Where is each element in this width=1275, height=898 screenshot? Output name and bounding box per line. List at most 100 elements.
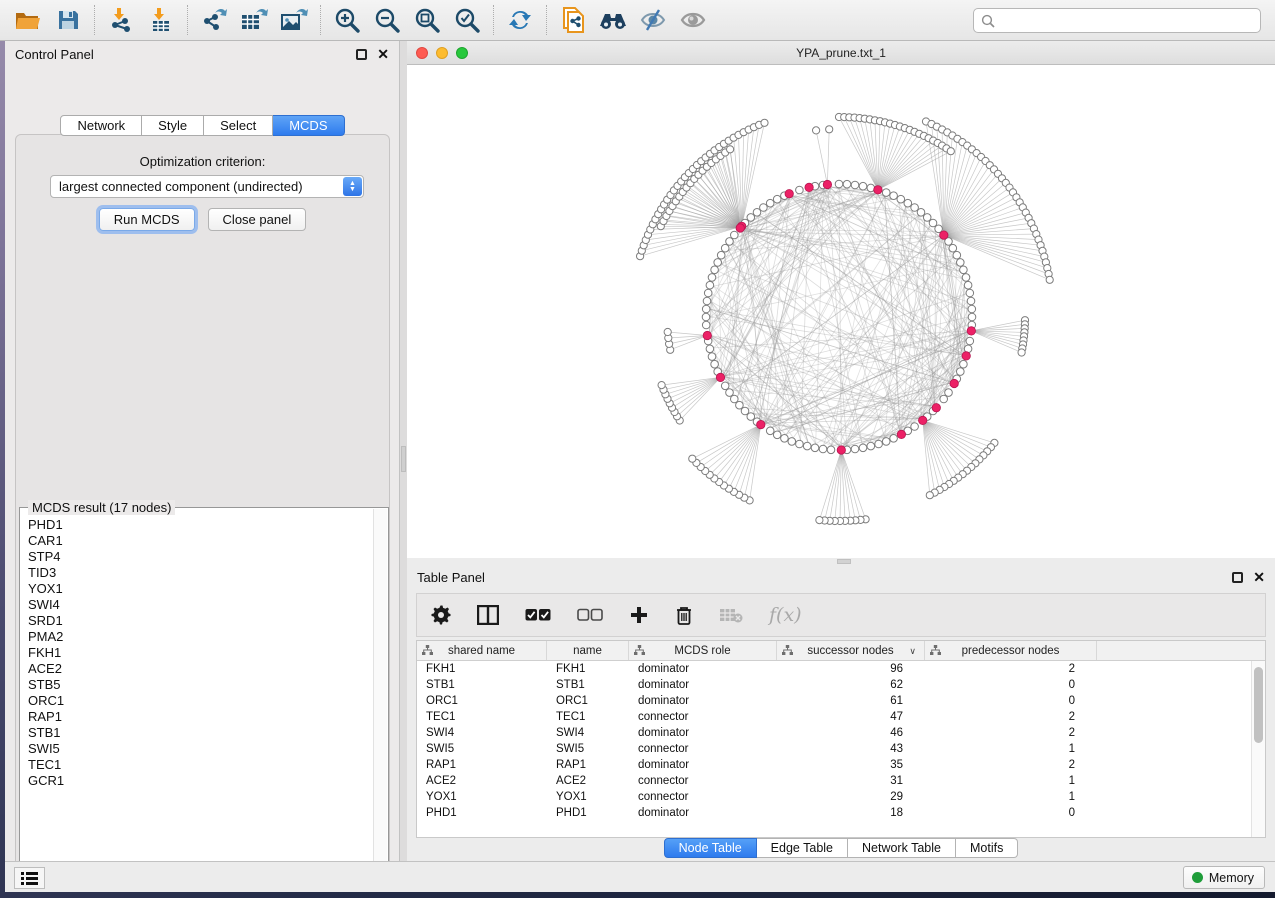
tab-edge-table[interactable]: Edge Table <box>757 838 848 858</box>
zoom-in-icon[interactable] <box>327 3 367 37</box>
optimization-criterion-select[interactable]: largest connected component (undirected)… <box>50 175 364 198</box>
cell-shared-name[interactable]: PHD1 <box>417 805 547 821</box>
mcds-result-item[interactable]: PMA2 <box>28 629 373 645</box>
zoom-out-icon[interactable] <box>367 3 407 37</box>
horizontal-splitter[interactable] <box>407 558 1275 565</box>
cell-predecessor-nodes[interactable]: 0 <box>925 693 1097 709</box>
cell-shared-name[interactable]: STB1 <box>417 677 547 693</box>
mcds-result-item[interactable]: STB1 <box>28 725 373 741</box>
cell-successor-nodes[interactable]: 18 <box>777 805 925 821</box>
table-row[interactable]: STB1STB1dominator620 <box>417 677 1265 693</box>
cell-predecessor-nodes[interactable]: 2 <box>925 661 1097 677</box>
mcds-result-item[interactable]: GCR1 <box>28 773 373 789</box>
run-mcds-button[interactable]: Run MCDS <box>99 208 195 231</box>
search-input[interactable] <box>995 14 1260 28</box>
cell-name[interactable]: ORC1 <box>547 693 629 709</box>
table-row[interactable]: ORC1ORC1dominator610 <box>417 693 1265 709</box>
mcds-result-item[interactable]: SRD1 <box>28 613 373 629</box>
clone-network-icon[interactable] <box>553 3 593 37</box>
table-row[interactable]: SWI4SWI4dominator462 <box>417 725 1265 741</box>
tab-motifs[interactable]: Motifs <box>956 838 1018 858</box>
mcds-result-item[interactable]: ACE2 <box>28 661 373 677</box>
cell-MCDS-role[interactable]: connector <box>629 789 777 805</box>
split-columns-icon[interactable] <box>477 605 499 625</box>
first-neighbors-icon[interactable] <box>593 3 633 37</box>
import-network-icon[interactable] <box>101 3 141 37</box>
task-history-button[interactable] <box>14 867 45 889</box>
cell-successor-nodes[interactable]: 29 <box>777 789 925 805</box>
column-header-shared-name[interactable]: shared name <box>417 641 547 660</box>
cell-MCDS-role[interactable]: dominator <box>629 677 777 693</box>
cell-successor-nodes[interactable]: 96 <box>777 661 925 677</box>
tab-style[interactable]: Style <box>142 115 204 136</box>
splitter-grip[interactable] <box>837 559 851 564</box>
import-table-icon[interactable] <box>141 3 181 37</box>
mcds-result-item[interactable]: YOX1 <box>28 581 373 597</box>
cell-name[interactable]: STB1 <box>547 677 629 693</box>
mcds-result-item[interactable]: ORC1 <box>28 693 373 709</box>
network-canvas[interactable] <box>407 65 1275 558</box>
cell-shared-name[interactable]: ORC1 <box>417 693 547 709</box>
float-panel-icon[interactable] <box>1232 572 1243 583</box>
close-panel-icon[interactable]: ✕ <box>1253 572 1265 583</box>
zoom-fit-icon[interactable] <box>407 3 447 37</box>
table-row[interactable]: SWI5SWI5connector431 <box>417 741 1265 757</box>
cell-MCDS-role[interactable]: dominator <box>629 725 777 741</box>
table-scrollbar[interactable] <box>1251 661 1265 837</box>
cell-MCDS-role[interactable]: connector <box>629 741 777 757</box>
cell-predecessor-nodes[interactable]: 2 <box>925 709 1097 725</box>
column-header-name[interactable]: name <box>547 641 629 660</box>
cell-successor-nodes[interactable]: 31 <box>777 773 925 789</box>
save-session-icon[interactable] <box>48 3 88 37</box>
cell-MCDS-role[interactable]: connector <box>629 709 777 725</box>
mcds-result-item[interactable]: PHD1 <box>28 517 373 533</box>
cell-shared-name[interactable]: FKH1 <box>417 661 547 677</box>
search-box[interactable] <box>973 8 1261 33</box>
column-header-successor-nodes[interactable]: successor nodes∨ <box>777 641 925 660</box>
tab-network-table[interactable]: Network Table <box>848 838 956 858</box>
close-panel-button[interactable]: Close panel <box>208 208 307 231</box>
cell-name[interactable]: TEC1 <box>547 709 629 725</box>
mcds-result-item[interactable]: SWI4 <box>28 597 373 613</box>
tab-mcds[interactable]: MCDS <box>273 115 344 136</box>
export-network-icon[interactable] <box>194 3 234 37</box>
tab-node-table[interactable]: Node Table <box>664 838 757 858</box>
delete-icon[interactable] <box>675 605 693 626</box>
cell-successor-nodes[interactable]: 61 <box>777 693 925 709</box>
memory-button[interactable]: Memory <box>1183 866 1265 889</box>
cell-shared-name[interactable]: SWI4 <box>417 725 547 741</box>
cell-shared-name[interactable]: ACE2 <box>417 773 547 789</box>
cell-predecessor-nodes[interactable]: 1 <box>925 773 1097 789</box>
export-table-icon[interactable] <box>234 3 274 37</box>
mcds-result-item[interactable]: RAP1 <box>28 709 373 725</box>
float-panel-icon[interactable] <box>356 49 367 60</box>
table-row[interactable]: RAP1RAP1dominator352 <box>417 757 1265 773</box>
table-row[interactable]: ACE2ACE2connector311 <box>417 773 1265 789</box>
vertical-splitter[interactable] <box>400 41 407 861</box>
network-graph[interactable] <box>407 65 1275 558</box>
cell-successor-nodes[interactable]: 46 <box>777 725 925 741</box>
mcds-result-item[interactable]: STP4 <box>28 549 373 565</box>
cell-predecessor-nodes[interactable]: 0 <box>925 805 1097 821</box>
mcds-result-item[interactable]: SWI5 <box>28 741 373 757</box>
cell-MCDS-role[interactable]: dominator <box>629 757 777 773</box>
tab-network[interactable]: Network <box>60 115 142 136</box>
hide-selected-icon[interactable] <box>633 3 673 37</box>
column-header-predecessor-nodes[interactable]: predecessor nodes <box>925 641 1097 660</box>
cell-predecessor-nodes[interactable]: 1 <box>925 741 1097 757</box>
zoom-selected-icon[interactable] <box>447 3 487 37</box>
mcds-result-item[interactable]: TEC1 <box>28 757 373 773</box>
mcds-result-item[interactable]: TID3 <box>28 565 373 581</box>
cell-name[interactable]: RAP1 <box>547 757 629 773</box>
cell-successor-nodes[interactable]: 35 <box>777 757 925 773</box>
mcds-result-list[interactable]: PHD1CAR1STP4TID3YOX1SWI4SRD1PMA2FKH1ACE2… <box>21 517 373 878</box>
mcds-result-item[interactable]: CAR1 <box>28 533 373 549</box>
cell-name[interactable]: PHD1 <box>547 805 629 821</box>
table-row[interactable]: YOX1YOX1connector291 <box>417 789 1265 805</box>
select-all-icon[interactable] <box>525 608 551 622</box>
cell-predecessor-nodes[interactable]: 2 <box>925 725 1097 741</box>
cell-shared-name[interactable]: RAP1 <box>417 757 547 773</box>
cell-name[interactable]: ACE2 <box>547 773 629 789</box>
minimize-window-icon[interactable] <box>436 47 448 59</box>
column-header-MCDS-role[interactable]: MCDS role <box>629 641 777 660</box>
